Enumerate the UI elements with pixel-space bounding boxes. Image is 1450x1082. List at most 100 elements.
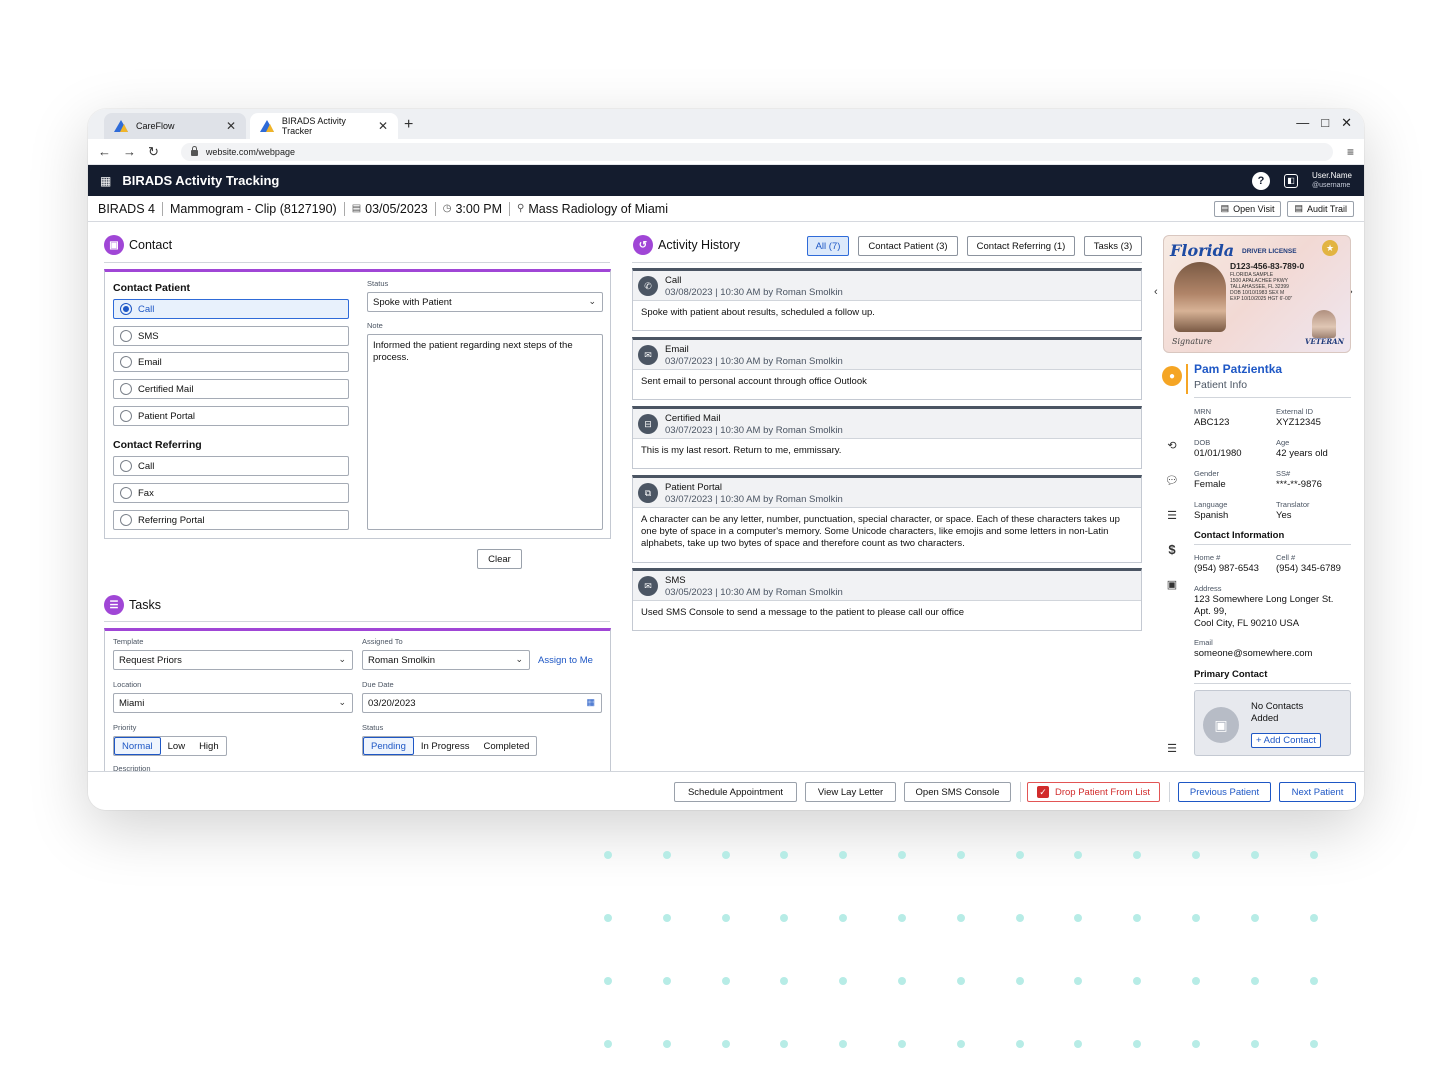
priority-label: Priority: [113, 723, 137, 732]
browser-tab-birads[interactable]: BIRADS Activity Tracker ✕: [250, 113, 398, 139]
user-menu[interactable]: User.Name @username: [1312, 171, 1352, 191]
radio-label: Certified Mail: [138, 383, 194, 395]
decorative-dot: [1133, 851, 1142, 859]
app-grid-icon[interactable]: ▦: [100, 174, 111, 188]
external-id-value: XYZ12345: [1276, 417, 1321, 428]
chevron-left-icon[interactable]: ‹: [1154, 286, 1158, 298]
assigned-label: Assigned To: [362, 637, 403, 646]
maximize-button[interactable]: □: [1321, 115, 1329, 131]
decorative-dot: [662, 914, 671, 922]
url-field[interactable]: website.com/webpage: [180, 142, 1333, 161]
browser-tab-careflow[interactable]: CareFlow ✕: [104, 113, 246, 139]
checklist-icon[interactable]: ☰: [1162, 505, 1182, 525]
browser-menu-icon[interactable]: ≡: [1347, 145, 1354, 159]
decorative-dot: [956, 1040, 965, 1048]
due-date-input[interactable]: 03/20/2023 ▦: [362, 693, 602, 713]
radio-referring-portal[interactable]: Referring Portal: [113, 510, 349, 530]
ssn-label: SS#: [1276, 469, 1291, 478]
open-sms-console-button[interactable]: Open SMS Console: [904, 782, 1011, 802]
tasks-panel: Template Request Priors ⌄ Assigned To Ro…: [104, 628, 611, 773]
collapse-panel-icon[interactable]: ☰: [1162, 738, 1182, 758]
decorative-dot: [839, 1040, 848, 1048]
status-in-progress[interactable]: In Progress: [414, 737, 477, 755]
decorative-dot: [721, 851, 730, 859]
decorative-dot: [1192, 1040, 1200, 1048]
app-header: ▦ BIRADS Activity Tracking ? ◧ User.Name…: [88, 165, 1364, 196]
app-title: BIRADS Activity Tracking: [122, 173, 280, 188]
filter-contact-patient[interactable]: Contact Patient (3): [858, 236, 958, 256]
assign-to-me-link[interactable]: Assign to Me: [538, 655, 593, 666]
status-pending[interactable]: Pending: [363, 737, 414, 755]
filter-contact-referring[interactable]: Contact Referring (1): [967, 236, 1075, 256]
dollar-icon[interactable]: $: [1162, 539, 1182, 559]
tasks-list-icon: ☰: [104, 595, 124, 615]
decorative-dot: [662, 977, 671, 985]
drop-patient-button[interactable]: ✓ Drop Patient From List: [1027, 782, 1160, 802]
radio-call[interactable]: Call: [113, 299, 349, 319]
audit-trail-button[interactable]: ▤ Audit Trail: [1287, 200, 1354, 217]
chat-icon[interactable]: 💬︎: [1162, 470, 1182, 490]
priority-low[interactable]: Low: [161, 737, 192, 755]
user-badge-icon[interactable]: ◧: [1283, 173, 1298, 188]
view-lay-letter-button[interactable]: View Lay Letter: [805, 782, 896, 802]
decorative-dot: [1250, 914, 1259, 922]
radio-label: Patient Portal: [138, 410, 196, 422]
radio-label: Referring Portal: [138, 514, 205, 526]
minimize-button[interactable]: —: [1296, 115, 1309, 131]
activity-type: Call: [665, 275, 682, 286]
dob-label: DOB: [1194, 438, 1211, 447]
email-value: someone@somewhere.com: [1194, 648, 1313, 659]
home-phone-label: Home #: [1194, 553, 1221, 562]
status-completed[interactable]: Completed: [476, 737, 536, 755]
radio-label: SMS: [138, 330, 159, 342]
new-tab-button[interactable]: +: [404, 116, 413, 134]
next-patient-button[interactable]: Next Patient: [1279, 782, 1356, 802]
filter-all[interactable]: All (7): [807, 236, 849, 256]
open-visit-button[interactable]: ▤ Open Visit: [1213, 200, 1282, 217]
radio-referring-call[interactable]: Call: [113, 456, 349, 476]
help-button[interactable]: ?: [1251, 171, 1270, 190]
note-label: Note: [367, 321, 383, 330]
close-icon[interactable]: ✕: [378, 119, 388, 133]
patient-name[interactable]: Pam Patzientka: [1194, 362, 1282, 376]
decorative-dot: [1192, 914, 1200, 922]
location-select[interactable]: Miami ⌄: [113, 693, 353, 713]
license-type: DRIVER LICENSE: [1242, 248, 1297, 255]
note-textarea[interactable]: Informed the patient regarding next step…: [367, 334, 603, 530]
translator-value: Yes: [1276, 510, 1292, 521]
decorative-dot: [1309, 1040, 1318, 1048]
contact-status-select[interactable]: Spoke with Patient ⌄: [367, 292, 603, 312]
contact-section-header: ▣ Contact: [104, 235, 172, 255]
priority-high[interactable]: High: [192, 737, 226, 755]
filter-tasks[interactable]: Tasks (3): [1084, 236, 1142, 256]
schedule-appointment-button[interactable]: Schedule Appointment: [674, 782, 797, 802]
template-select[interactable]: Request Priors ⌄: [113, 650, 353, 670]
radio-patient-portal[interactable]: Patient Portal: [113, 406, 349, 426]
radio-fax[interactable]: Fax: [113, 483, 349, 503]
radio-email[interactable]: Email: [113, 352, 349, 372]
activity-meta: 03/07/2023 | 10:30 AM by Roman Smolkin: [665, 425, 843, 436]
url-text: website.com/webpage: [205, 146, 295, 157]
browser-tabbar: CareFlow ✕ BIRADS Activity Tracker ✕ + —…: [88, 109, 1364, 139]
reload-icon[interactable]: ↻: [148, 144, 159, 160]
add-contact-button[interactable]: + Add Contact: [1251, 733, 1321, 748]
star-seal-icon: ★: [1322, 240, 1338, 256]
contact-card-icon[interactable]: ▣: [1162, 574, 1182, 594]
calendar-icon[interactable]: ▦: [586, 697, 595, 708]
close-window-button[interactable]: ✕: [1341, 115, 1352, 131]
radio-sms[interactable]: SMS: [113, 326, 349, 346]
forward-arrow-icon[interactable]: →: [123, 144, 136, 159]
priority-normal[interactable]: Normal: [114, 737, 161, 755]
close-icon[interactable]: ✕: [226, 119, 236, 133]
previous-patient-button[interactable]: Previous Patient: [1178, 782, 1271, 802]
clear-button[interactable]: Clear: [477, 549, 522, 569]
radio-certified-mail[interactable]: Certified Mail: [113, 379, 349, 399]
decorative-dot: [1074, 851, 1083, 859]
activity-item: ✆ Call 03/08/2023 | 10:30 AM by Roman Smol…: [632, 268, 1142, 331]
activity-meta: 03/08/2023 | 10:30 AM by Roman Smolkin: [665, 287, 843, 298]
history-icon[interactable]: ⟲: [1162, 435, 1182, 455]
assigned-to-select[interactable]: Roman Smolkin ⌄: [362, 650, 530, 670]
back-arrow-icon[interactable]: ←: [98, 144, 111, 159]
calendar-icon: ▤: [1220, 203, 1230, 213]
license-details: FLORIDA SAMPLE 1500 APALACHEE PKWY TALLA…: [1230, 272, 1292, 302]
